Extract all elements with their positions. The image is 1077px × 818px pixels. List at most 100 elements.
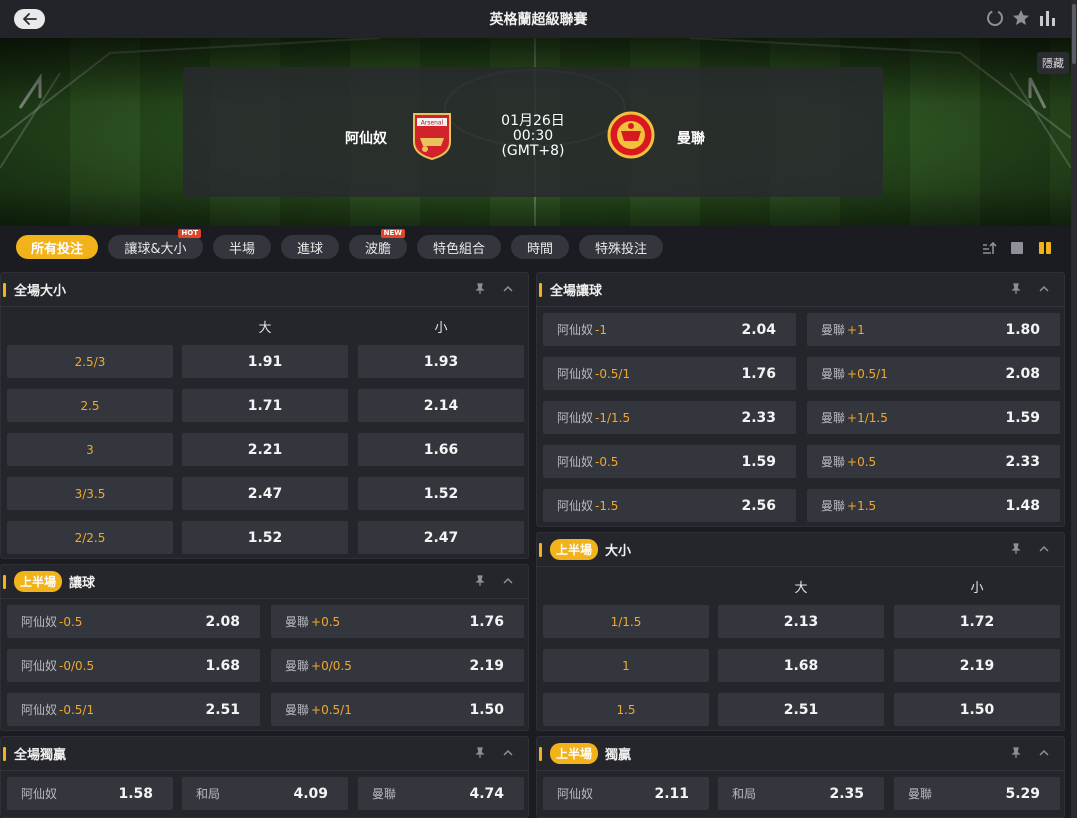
odds-button[interactable]: 2.47: [358, 521, 524, 554]
odds-button[interactable]: 阿仙奴 -0.5/1 1.76: [543, 357, 796, 390]
chevron-up-icon[interactable]: [1038, 747, 1050, 759]
chevron-up-icon[interactable]: [502, 575, 514, 587]
odds-button[interactable]: 1.52: [358, 477, 524, 510]
odds-button[interactable]: 曼聯 +0.5 1.76: [271, 605, 524, 638]
scrollbar[interactable]: [1071, 0, 1077, 818]
team-name: 曼聯: [821, 323, 846, 337]
odds-button[interactable]: 阿仙奴 2.11: [543, 777, 709, 810]
chevron-up-icon[interactable]: [1038, 283, 1050, 295]
tab-correct-score[interactable]: 波膽 NEW: [349, 229, 407, 259]
odds-button[interactable]: 2.19: [894, 649, 1060, 682]
odds-button[interactable]: 和局 4.09: [182, 777, 348, 810]
sort-icon[interactable]: [981, 240, 997, 256]
odds-button[interactable]: 1.91: [182, 345, 348, 378]
handicap-line: +0.5: [847, 455, 877, 469]
tab-label: 進球: [296, 241, 323, 257]
under-column-header: 小: [434, 321, 448, 336]
odds-button[interactable]: 曼聯 +0.5/1 2.08: [807, 357, 1060, 390]
match-time: 00:30: [512, 128, 554, 144]
panel-header[interactable]: 上半場 讓球: [1, 565, 528, 599]
tab-special-combo[interactable]: 特色組合: [417, 235, 501, 259]
odds-button[interactable]: 2.14: [358, 389, 524, 422]
odds-button[interactable]: 曼聯 +1.5 1.48: [807, 489, 1060, 522]
odds-button[interactable]: 阿仙奴 -0/0.5 1.68: [7, 649, 260, 682]
odds-button[interactable]: 曼聯 +1 1.80: [807, 313, 1060, 346]
refresh-icon[interactable]: [985, 8, 1005, 28]
odds-button[interactable]: 1.52: [182, 521, 348, 554]
odds-button[interactable]: 阿仙奴 -1/1.5 2.33: [543, 401, 796, 434]
odds-value: 1.91: [247, 353, 283, 370]
odds-button[interactable]: 阿仙奴 -1.5 2.56: [543, 489, 796, 522]
odds-value: 1.93: [423, 353, 459, 370]
odds-value: 2.51: [783, 701, 819, 718]
pin-icon[interactable]: [474, 575, 486, 587]
team-name: 阿仙奴: [21, 703, 58, 717]
odds-button[interactable]: 曼聯 +0/0.5 2.19: [271, 649, 524, 682]
tab-handicap-ou[interactable]: 讓球&大小 HOT: [108, 229, 203, 259]
stats-icon[interactable]: [1037, 8, 1059, 28]
team-name: 曼聯: [821, 455, 846, 469]
odds-button[interactable]: 2.13: [718, 605, 884, 638]
selection-label: 曼聯 +0/0.5: [285, 657, 352, 674]
pin-icon[interactable]: [1010, 283, 1022, 295]
odds-button[interactable]: 曼聯 5.29: [894, 777, 1060, 810]
odds-button[interactable]: 曼聯 +1/1.5 1.59: [807, 401, 1060, 434]
hide-button[interactable]: 隱藏: [1037, 52, 1069, 74]
panel-header[interactable]: 全場獨贏: [1, 737, 528, 771]
match-timezone: (GMT+8): [501, 143, 565, 159]
handicap-line: 3/3.5: [74, 486, 106, 501]
odds-button[interactable]: 阿仙奴 -0.5/1 2.51: [7, 693, 260, 726]
odds-button[interactable]: 曼聯 +0.5 2.33: [807, 445, 1060, 478]
panel-header[interactable]: 全場讓球: [537, 273, 1064, 307]
odds-button[interactable]: 和局 2.35: [718, 777, 884, 810]
odds-button[interactable]: 1.68: [718, 649, 884, 682]
chevron-up-icon[interactable]: [502, 747, 514, 759]
odds-value: 2.56: [741, 497, 776, 514]
odds-value: 2.33: [1005, 453, 1040, 470]
odds-button[interactable]: 1.71: [182, 389, 348, 422]
selection-label: 阿仙奴 -0/0.5: [21, 657, 94, 674]
tab-label: 讓球&大小: [124, 241, 187, 257]
tab-goals[interactable]: 進球: [281, 235, 339, 259]
selection-label: 曼聯: [372, 787, 397, 801]
odds-button[interactable]: 2.47: [182, 477, 348, 510]
handicap-line: 2/2.5: [74, 530, 106, 545]
pin-icon[interactable]: [1010, 747, 1022, 759]
panel-header[interactable]: 上半場 獨贏: [537, 737, 1064, 771]
two-column-icon[interactable]: [1037, 240, 1053, 256]
odds-button[interactable]: 阿仙奴 -1 2.04: [543, 313, 796, 346]
odds-button[interactable]: 2.51: [718, 693, 884, 726]
panel-header[interactable]: 上半場 大小: [537, 533, 1064, 567]
tab-time[interactable]: 時間: [511, 235, 569, 259]
odds-button[interactable]: 阿仙奴 -0.5 1.59: [543, 445, 796, 478]
odds-value: 1.80: [1005, 321, 1040, 338]
odds-button[interactable]: 1.66: [358, 433, 524, 466]
odds-button[interactable]: 阿仙奴 -0.5 2.08: [7, 605, 260, 638]
tab-half-time[interactable]: 半場: [213, 235, 271, 259]
odds-button[interactable]: 1.93: [358, 345, 524, 378]
pin-icon[interactable]: [474, 283, 486, 295]
odds-value: 1.72: [959, 613, 995, 630]
selection-label: 曼聯 +0.5: [285, 613, 340, 630]
pin-icon[interactable]: [1010, 543, 1022, 555]
odds-button[interactable]: 阿仙奴 1.58: [7, 777, 173, 810]
favorite-star-icon[interactable]: [1011, 8, 1031, 28]
odds-value: 1.52: [247, 529, 283, 546]
panel-ft-over-under: 全場大小 大 小 2.5/3 1.91 1.93 2.5 1.71 2.14 3…: [0, 272, 529, 559]
back-button[interactable]: [14, 9, 45, 29]
odds-button[interactable]: 2.21: [182, 433, 348, 466]
tab-all-bets[interactable]: 所有投注: [16, 235, 98, 259]
selection-label: 阿仙奴 -0.5: [557, 453, 618, 470]
odds-button[interactable]: 1.72: [894, 605, 1060, 638]
odds-value: 2.08: [1005, 365, 1040, 382]
chevron-up-icon[interactable]: [1038, 543, 1050, 555]
panel-header[interactable]: 全場大小: [1, 273, 528, 307]
odds-button[interactable]: 1.50: [894, 693, 1060, 726]
pin-icon[interactable]: [474, 747, 486, 759]
odds-button[interactable]: 曼聯 +0.5/1 1.50: [271, 693, 524, 726]
handicap-line: 1: [622, 658, 630, 673]
odds-button[interactable]: 曼聯 4.74: [358, 777, 524, 810]
single-column-icon[interactable]: [1009, 240, 1025, 256]
tab-special-bets[interactable]: 特殊投注: [579, 235, 663, 259]
chevron-up-icon[interactable]: [502, 283, 514, 295]
